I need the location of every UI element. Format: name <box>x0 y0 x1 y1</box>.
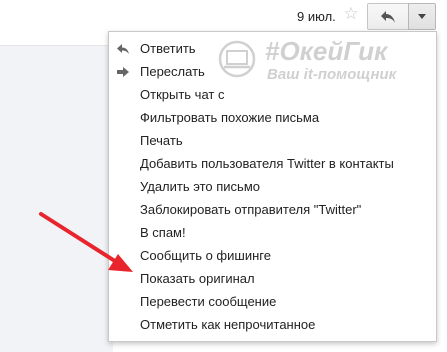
menu-item-label: Ответить <box>140 41 196 56</box>
menu-item-label: Перевести сообщение <box>140 294 277 309</box>
menu-item-filter-similar[interactable]: Фильтровать похожие письма <box>109 107 436 129</box>
menu-item-label: Переслать <box>140 64 205 79</box>
more-actions-menu: Ответить Переслать Открыть чат с Фильтро… <box>108 31 437 342</box>
menu-item-label: Фильтровать похожие письма <box>140 110 320 125</box>
menu-item-open-chat[interactable]: Открыть чат с <box>109 84 436 106</box>
menu-item-label: Добавить пользователя Twitter в контакты <box>140 156 394 171</box>
forward-icon <box>117 67 129 77</box>
reply-arrow-icon <box>381 10 395 23</box>
menu-item-translate[interactable]: Перевести сообщение <box>109 291 436 313</box>
reply-icon <box>117 44 129 54</box>
menu-item-print[interactable]: Печать <box>109 130 436 152</box>
menu-item-block-sender[interactable]: Заблокировать отправителя "Twitter" <box>109 199 436 221</box>
menu-item-label: Заблокировать отправителя "Twitter" <box>140 202 362 217</box>
menu-item-report-phishing[interactable]: Сообщить о фишинге <box>109 245 436 267</box>
menu-item-add-contact[interactable]: Добавить пользователя Twitter в контакты <box>109 153 436 175</box>
menu-item-label: В спам! <box>140 225 186 240</box>
menu-item-label: Показать оригинал <box>140 271 255 286</box>
message-date: 9 июл. <box>297 9 336 24</box>
menu-item-delete[interactable]: Удалить это письмо <box>109 176 436 198</box>
reply-button[interactable] <box>367 3 409 30</box>
more-actions-button[interactable] <box>408 3 436 30</box>
caret-down-icon <box>418 14 426 19</box>
menu-item-label: Отметить как непрочитанное <box>140 317 316 332</box>
menu-item-label: Удалить это письмо <box>140 179 260 194</box>
menu-item-label: Сообщить о фишинге <box>140 248 271 263</box>
menu-item-spam[interactable]: В спам! <box>109 222 436 244</box>
menu-item-reply[interactable]: Ответить <box>109 38 436 60</box>
menu-item-label: Открыть чат с <box>140 87 225 102</box>
menu-item-show-original[interactable]: Показать оригинал <box>109 268 436 290</box>
menu-item-forward[interactable]: Переслать <box>109 61 436 83</box>
menu-item-mark-unread[interactable]: Отметить как непрочитанное <box>109 314 436 336</box>
menu-item-label: Печать <box>140 133 183 148</box>
message-body-background <box>0 46 113 352</box>
star-icon[interactable]: ☆ <box>342 5 360 23</box>
